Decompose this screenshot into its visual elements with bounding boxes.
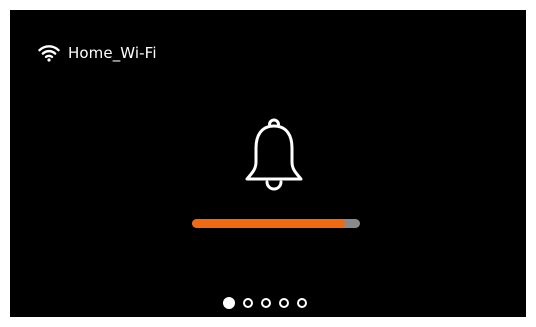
- page-dot-3[interactable]: [261, 298, 271, 308]
- page-dot-2[interactable]: [243, 298, 253, 308]
- page-dot-4[interactable]: [279, 298, 289, 308]
- wifi-status: Home_Wi-Fi: [38, 41, 157, 65]
- progress-bar-fill: [192, 219, 345, 228]
- page-dot-5[interactable]: [297, 298, 307, 308]
- page-dot-1[interactable]: [223, 297, 235, 309]
- wifi-network-name: Home_Wi-Fi: [68, 44, 157, 62]
- bell-icon: [245, 118, 303, 191]
- page-indicator: [223, 295, 307, 311]
- progress-bar: [192, 219, 360, 228]
- wifi-icon: [38, 45, 60, 62]
- device-screen: Home_Wi-Fi: [10, 10, 526, 317]
